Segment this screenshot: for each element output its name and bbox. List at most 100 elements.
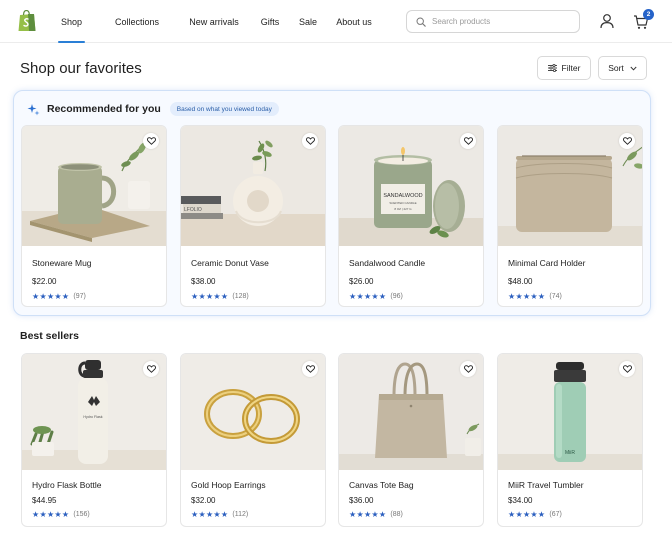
- filter-label: Filter: [561, 63, 581, 73]
- nav-about-us[interactable]: About us: [323, 0, 385, 43]
- heart-icon: [622, 365, 632, 373]
- favorite-button[interactable]: [619, 361, 635, 377]
- product-info: MiiR Travel Tumbler $34.00 ★★★★★ (67): [498, 470, 642, 519]
- review-count: (88): [390, 511, 403, 518]
- search-icon: [416, 16, 426, 27]
- product-name: Gold Hoop Earrings: [191, 480, 266, 490]
- nav-collections[interactable]: Collections: [93, 0, 181, 43]
- filter-sliders-icon: [547, 64, 557, 72]
- top-nav-bar: Shop Collections New arrivals Gifts Sale…: [0, 0, 672, 43]
- product-price: $32.00: [191, 496, 216, 505]
- product-card-hydro-flask-bottle[interactable]: Hydro Flask Hydro Flask Bottle $44.95 ★★…: [21, 353, 167, 527]
- product-card-miir-travel-tumbler[interactable]: MiiR MiiR Travel Tumbler $34.00 ★★★★★ (6…: [497, 353, 643, 527]
- product-card-stoneware-mug[interactable]: Stoneware Mug $22.00 ★★★★★ (97): [21, 125, 167, 307]
- product-card-gold-hoop-earrings[interactable]: Gold Hoop Earrings $32.00 ★★★★★ (112): [180, 353, 326, 527]
- favorite-button[interactable]: [619, 133, 635, 149]
- search-box[interactable]: [406, 10, 580, 33]
- recommended-title: Recommended for you: [47, 103, 161, 115]
- product-name: Canvas Tote Bag: [349, 480, 414, 490]
- search-input[interactable]: [432, 17, 572, 26]
- heart-icon: [305, 137, 315, 145]
- nav-about-us-label: About us: [336, 16, 372, 27]
- product-price: $44.95: [32, 496, 57, 505]
- review-count: (67): [549, 511, 562, 518]
- nav-collections-label: Collections: [114, 16, 160, 27]
- nav-sale-label: Sale: [298, 16, 317, 27]
- recommended-header: Recommended for you Based on what you vi…: [27, 102, 279, 116]
- cart-button[interactable]: 2: [632, 9, 654, 31]
- product-name: Minimal Card Holder: [508, 258, 586, 268]
- product-card-sandalwood-candle[interactable]: SANDALWOOD SCENTED CANDLE 8 OZ | 227 G S…: [338, 125, 484, 307]
- heart-icon: [146, 137, 156, 145]
- nav-new-arrivals-label: New arrivals: [189, 16, 239, 27]
- product-rating: ★★★★★ (74): [508, 292, 642, 301]
- sort-button[interactable]: Sort: [598, 56, 647, 80]
- product-name: Ceramic Donut Vase: [191, 258, 269, 268]
- heart-icon: [305, 365, 315, 373]
- candle-label-weight: 8 OZ | 227 G: [394, 207, 412, 211]
- heart-icon: [463, 365, 473, 373]
- product-name: MiiR Travel Tumbler: [508, 480, 584, 490]
- product-info: Canvas Tote Bag $36.00 ★★★★★ (88): [339, 470, 483, 519]
- heart-icon: [146, 365, 156, 373]
- favorite-button[interactable]: [460, 133, 476, 149]
- product-image: SANDALWOOD SCENTED CANDLE 8 OZ | 227 G: [339, 126, 483, 246]
- product-info: Stoneware Mug $22.00 ★★★★★ (97): [22, 246, 166, 301]
- star-rating: ★★★★★: [32, 292, 70, 301]
- product-image: [22, 126, 166, 246]
- product-price: $36.00: [349, 496, 374, 505]
- filter-button[interactable]: Filter: [537, 56, 591, 80]
- review-count: (156): [73, 511, 90, 518]
- product-card-minimal-card-holder[interactable]: Minimal Card Holder $48.00 ★★★★★ (74): [497, 125, 643, 307]
- sort-label: Sort: [608, 63, 624, 73]
- star-rating: ★★★★★: [191, 510, 229, 519]
- candle-label-top: SANDALWOOD: [383, 193, 422, 199]
- star-rating: ★★★★★: [508, 510, 546, 519]
- favorite-button[interactable]: [302, 133, 318, 149]
- review-count: (96): [390, 293, 403, 300]
- product-rating: ★★★★★ (96): [349, 292, 483, 301]
- product-image: Hydro Flask: [22, 354, 166, 470]
- nav-new-arrivals[interactable]: New arrivals: [181, 0, 247, 43]
- favorite-button[interactable]: [460, 361, 476, 377]
- product-card-canvas-tote-bag[interactable]: Canvas Tote Bag $36.00 ★★★★★ (88): [338, 353, 484, 527]
- product-card-ceramic-donut-vase[interactable]: LFOLIO Ceramic Donut Vase $38.00 ★★★★★ (…: [180, 125, 326, 307]
- product-price: $34.00: [508, 496, 533, 505]
- nav-shop[interactable]: Shop: [50, 0, 93, 43]
- review-count: (74): [549, 293, 562, 300]
- product-rating: ★★★★★ (88): [349, 510, 483, 519]
- page-title: Shop our favorites: [20, 60, 142, 77]
- star-rating: ★★★★★: [349, 510, 387, 519]
- account-button[interactable]: [598, 12, 616, 30]
- bottle-brand-text: Hydro Flask: [83, 415, 102, 419]
- product-price: $26.00: [349, 277, 374, 286]
- nav-shop-label: Shop: [60, 16, 83, 27]
- star-rating: ★★★★★: [508, 292, 546, 301]
- product-info: Minimal Card Holder $48.00 ★★★★★ (74): [498, 246, 642, 301]
- product-image: MiiR: [498, 354, 642, 470]
- product-rating: ★★★★★ (128): [191, 292, 325, 301]
- tumbler-brand-text: MiiR: [565, 450, 575, 456]
- product-image: LFOLIO: [181, 126, 325, 246]
- nav-gifts-label: Gifts: [260, 16, 280, 27]
- nav-gifts[interactable]: Gifts: [247, 0, 293, 43]
- favorite-button[interactable]: [302, 361, 318, 377]
- user-icon: [600, 14, 614, 29]
- main-nav: Shop Collections New arrivals Gifts Sale…: [50, 0, 385, 43]
- product-image: [498, 126, 642, 246]
- product-name: Hydro Flask Bottle: [32, 480, 102, 490]
- product-name: Sandalwood Candle: [349, 258, 426, 268]
- candle-label-sub: SCENTED CANDLE: [389, 201, 416, 205]
- review-count: (128): [232, 293, 249, 300]
- favorite-button[interactable]: [143, 133, 159, 149]
- product-price: $38.00: [191, 277, 216, 286]
- product-rating: ★★★★★ (67): [508, 510, 642, 519]
- nav-sale[interactable]: Sale: [293, 0, 323, 43]
- shopify-bag-icon[interactable]: [17, 9, 37, 32]
- chevron-down-icon: [630, 66, 637, 71]
- product-info: Hydro Flask Bottle $44.95 ★★★★★ (156): [22, 470, 166, 519]
- svg-text:LFOLIO: LFOLIO: [184, 207, 202, 213]
- product-rating: ★★★★★ (97): [32, 292, 166, 301]
- favorite-button[interactable]: [143, 361, 159, 377]
- cart-count-badge: 2: [643, 9, 654, 20]
